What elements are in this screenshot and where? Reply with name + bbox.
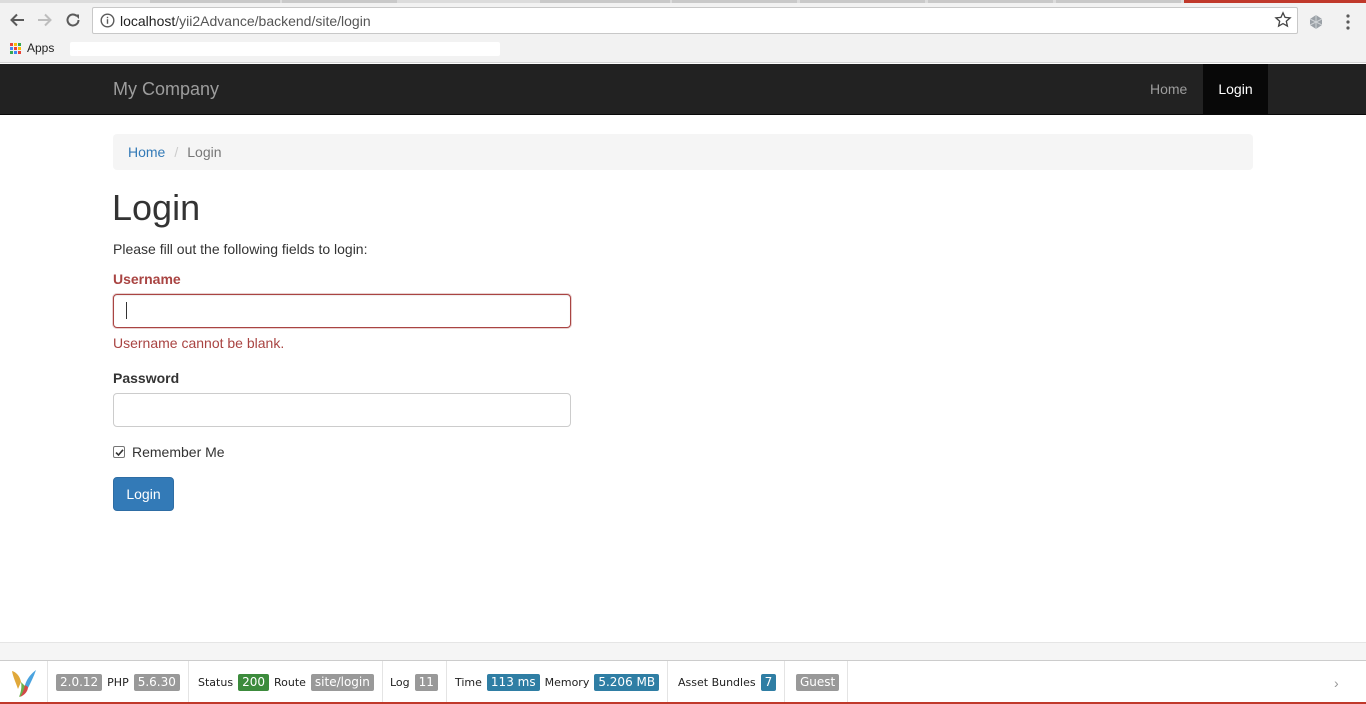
username-label: Username [113, 271, 181, 287]
navbar-brand[interactable]: My Company [113, 79, 219, 100]
status-label: Status [198, 676, 234, 689]
php-version-badge: 5.6.30 [133, 674, 180, 691]
breadcrumb: Home / Login [113, 134, 1253, 170]
navbar: My Company Home Login [0, 64, 1366, 115]
debug-toolbar: 2.0.12 PHP 5.6.30 Status 200 Route site/… [0, 660, 1366, 704]
apps-label: Apps [27, 41, 55, 55]
username-input[interactable] [113, 294, 571, 328]
nav-item-login[interactable]: Login [1203, 64, 1268, 114]
address-bar[interactable]: localhost/yii2Advance/backend/site/login [92, 7, 1298, 34]
user-badge: Guest [796, 674, 840, 691]
debug-user-block[interactable]: Guest [788, 661, 849, 704]
php-label: PHP [107, 676, 129, 689]
password-input[interactable] [113, 393, 571, 427]
debug-toolbar-spacer [0, 642, 1366, 661]
remember-me-checkbox[interactable] [113, 446, 125, 458]
page-intro: Please fill out the following fields to … [113, 241, 368, 257]
asset-bundles-badge: 7 [760, 674, 777, 691]
remember-me[interactable]: Remember Me [113, 444, 225, 460]
forward-icon[interactable] [34, 9, 56, 31]
asset-bundles-label: Asset Bundles [678, 676, 756, 689]
debug-profiling-block[interactable]: Time 113 ms Memory 5.206 MB [447, 661, 669, 704]
browser-toolbar: localhost/yii2Advance/backend/site/login [0, 3, 1366, 37]
route-label: Route [273, 676, 306, 689]
yii-logo-icon [11, 669, 36, 697]
debug-request-block[interactable]: Status 200 Route site/login [190, 661, 383, 704]
yii-version-badge: 2.0.12 [56, 674, 103, 691]
debug-log-block[interactable]: Log 11 [382, 661, 447, 704]
browser-menu-icon[interactable] [1345, 13, 1351, 31]
checkmark-icon [114, 448, 124, 456]
breadcrumb-separator: / [174, 144, 179, 160]
log-label: Log [390, 676, 410, 689]
text-caret [126, 302, 127, 319]
log-count-badge: 11 [414, 674, 438, 691]
page-title: Login [112, 187, 201, 228]
chevron-right-icon[interactable]: › [1334, 675, 1339, 691]
debug-version-block[interactable]: 2.0.12 PHP 5.6.30 [48, 661, 189, 704]
apps-shortcut[interactable]: Apps [10, 41, 54, 55]
password-label: Password [113, 370, 180, 386]
memory-label: Memory [544, 676, 590, 689]
status-code-badge: 200 [238, 674, 269, 691]
url-host: localhost [120, 13, 176, 29]
username-error: Username cannot be blank. [113, 335, 285, 351]
login-button[interactable]: Login [113, 477, 174, 511]
bookmarks-bar: Apps [0, 37, 1366, 63]
debug-assets-block[interactable]: Asset Bundles 7 [670, 661, 786, 704]
breadcrumb-home-link[interactable]: Home [128, 144, 165, 160]
memory-badge: 5.206 MB [594, 674, 660, 691]
reload-icon[interactable] [62, 9, 84, 31]
time-badge: 113 ms [486, 674, 540, 691]
back-icon[interactable] [6, 9, 28, 31]
nav-item-home[interactable]: Home [1135, 64, 1202, 114]
redacted-bookmarks [70, 42, 500, 56]
url-path: /yii2Advance/backend/site/login [175, 13, 371, 29]
remember-me-label: Remember Me [132, 444, 225, 460]
route-badge: site/login [310, 674, 374, 691]
yii-logo-block[interactable] [0, 661, 48, 704]
apps-grid-icon [10, 42, 21, 54]
site-info-icon[interactable] [100, 13, 115, 28]
bookmark-star-icon[interactable] [1274, 11, 1292, 29]
extension-icon[interactable] [1306, 12, 1326, 32]
url-text: localhost/yii2Advance/backend/site/login [120, 13, 371, 29]
time-label: Time [455, 676, 482, 689]
breadcrumb-current: Login [187, 144, 222, 160]
